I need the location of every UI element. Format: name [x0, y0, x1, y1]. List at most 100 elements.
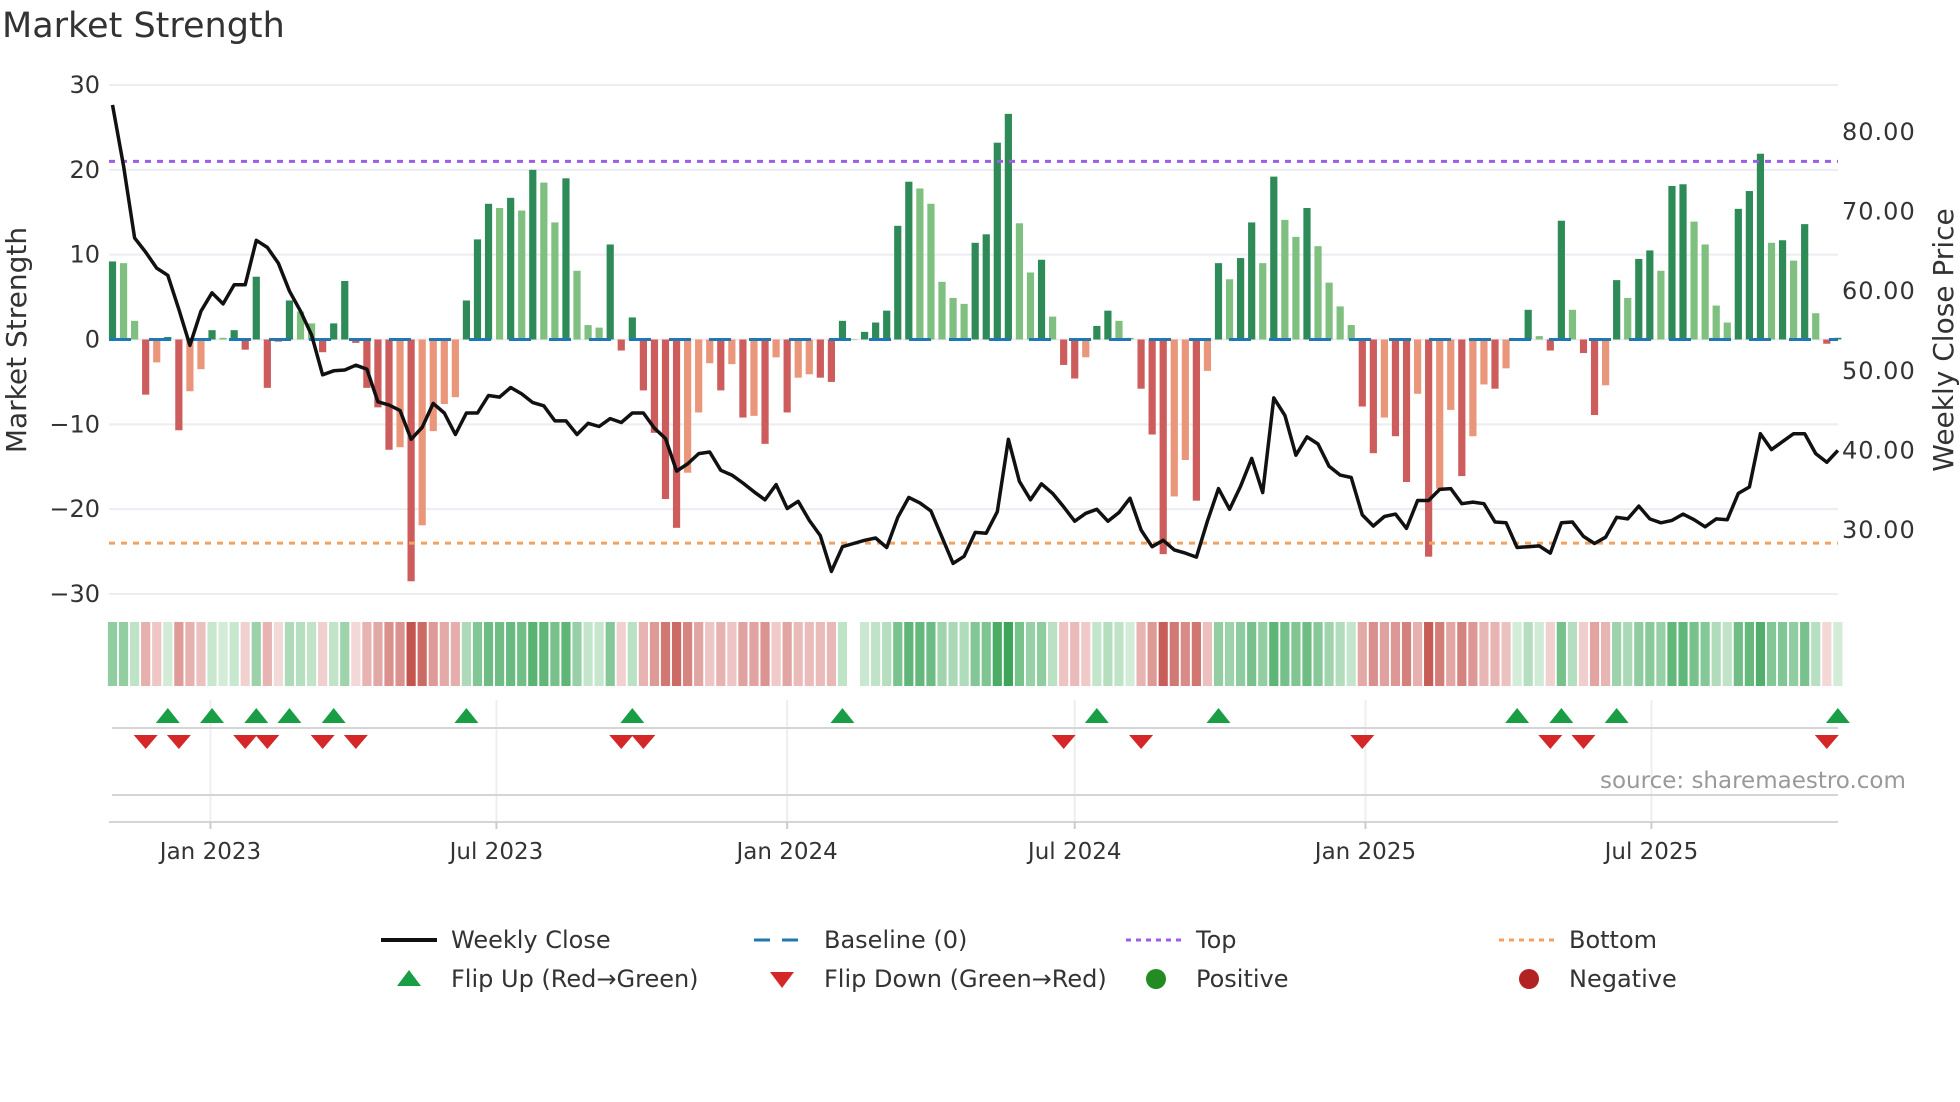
flip-down-marker [166, 735, 191, 749]
y2-axis-title: Weekly Close Price [1927, 208, 1960, 471]
strength-bar [728, 339, 736, 365]
strength-bar [1049, 316, 1057, 340]
strength-bar [838, 320, 847, 340]
strength-bar [1402, 339, 1411, 483]
heat-strip-cell [826, 622, 836, 686]
heat-strip-cell [384, 622, 394, 686]
strength-bar [1480, 339, 1488, 385]
heat-strip-cell [1645, 622, 1655, 686]
strength-bar [827, 339, 835, 382]
strength-bar [1613, 280, 1621, 340]
strength-bar [1778, 240, 1787, 340]
heat-strip-cell [1335, 622, 1345, 686]
heat-strip-cell [1136, 622, 1146, 686]
heat-strip-cell [1180, 622, 1190, 686]
heat-strip-cell [1081, 622, 1091, 686]
strength-bar [241, 339, 249, 350]
strength-bar [1590, 339, 1599, 416]
heat-strip-cell [1722, 622, 1732, 686]
heat-strip-cell [439, 622, 449, 686]
strength-bar [1668, 185, 1676, 340]
strength-bar [1037, 259, 1046, 340]
strength-bar [949, 297, 957, 340]
strength-bar [396, 339, 404, 448]
flip-down-marker [1814, 735, 1839, 749]
heat-strip-cell [871, 622, 881, 686]
strength-bar [1004, 113, 1012, 340]
flip-down-marker [1051, 735, 1076, 749]
heat-strip-cell [1048, 622, 1058, 686]
heat-strip-cell [1534, 622, 1544, 686]
heat-strip-cell [981, 622, 991, 686]
strength-bar [761, 339, 769, 444]
strength-bar [606, 244, 614, 340]
grid-lines [109, 84, 1838, 822]
y-tick-label: −30 [49, 580, 100, 608]
heat-strip-cell [837, 622, 848, 686]
heat-strip-cell [1512, 622, 1522, 686]
heat-strip-cell [1070, 622, 1080, 686]
strength-bar [1148, 339, 1156, 435]
strength-bar [1015, 223, 1024, 340]
strength-bar [1756, 153, 1765, 340]
strength-bar [1336, 306, 1344, 340]
strength-bar [661, 339, 670, 499]
heat-strip-cell [727, 622, 737, 686]
strength-bar [1369, 339, 1377, 454]
strength-bar [1413, 339, 1422, 394]
y2-tick-label: 60.00 [1842, 277, 1916, 305]
strength-bar [540, 182, 548, 340]
strength-bar [1248, 222, 1256, 340]
x-tick-label: Jul 2025 [1603, 839, 1699, 865]
heat-strip-cell [395, 622, 405, 686]
heat-strip-cell [107, 622, 118, 686]
heat-strip-cell [1302, 622, 1312, 686]
flip-down-marker [233, 735, 258, 749]
strength-bar [1358, 339, 1366, 407]
strength-bar [1170, 339, 1178, 497]
strength-bar [197, 339, 205, 370]
flip-up-marker [1604, 708, 1629, 723]
heat-strip-cell [461, 622, 472, 686]
heat-strip-cell [638, 622, 648, 686]
heat-strip-cell [859, 622, 870, 686]
flip-up-marker [1549, 708, 1574, 723]
heat-strip-cell [893, 622, 903, 686]
heat-strip-cell [295, 622, 306, 686]
heat-strip-cell [782, 622, 792, 686]
heat-strip-cell [1523, 622, 1533, 686]
heat-strip-cell [1766, 622, 1777, 686]
heat-strip-cell [627, 622, 637, 686]
strength-bar [407, 339, 415, 582]
y2-tick-label: 70.00 [1842, 198, 1916, 226]
heat-strip-cell [1435, 622, 1445, 686]
strength-bar [927, 203, 935, 340]
strength-bar [518, 210, 526, 340]
heat-strip-cell [594, 622, 604, 686]
strength-bar [1812, 313, 1820, 340]
flip-up-marker [454, 708, 479, 723]
strength-bar [783, 339, 791, 413]
flip-down-marker [609, 735, 634, 749]
strength-bar [1292, 236, 1300, 340]
flip-down-marker [255, 735, 280, 749]
heat-strip-cell [1567, 622, 1578, 686]
strength-bar [1060, 339, 1068, 365]
y-axis-title: Market Strength [0, 227, 33, 453]
strength-bar [330, 323, 338, 340]
strength-bar [1071, 339, 1079, 379]
flip-down-marker [1350, 735, 1375, 749]
heat-strip-cell [1059, 622, 1069, 686]
heat-strip-cell [738, 622, 748, 686]
heat-strip-cell [406, 622, 416, 686]
heat-strip-cell [229, 622, 239, 686]
strength-bar [186, 339, 194, 392]
strength-bar [573, 270, 581, 340]
heat-strip-cell [1213, 622, 1224, 686]
strength-bar [816, 339, 824, 378]
heat-strip-cell [1280, 622, 1290, 686]
strength-bar [529, 169, 537, 340]
strength-bar [108, 261, 117, 340]
heat-strip-cell [1601, 622, 1611, 686]
heat-strip-cell [660, 622, 671, 686]
